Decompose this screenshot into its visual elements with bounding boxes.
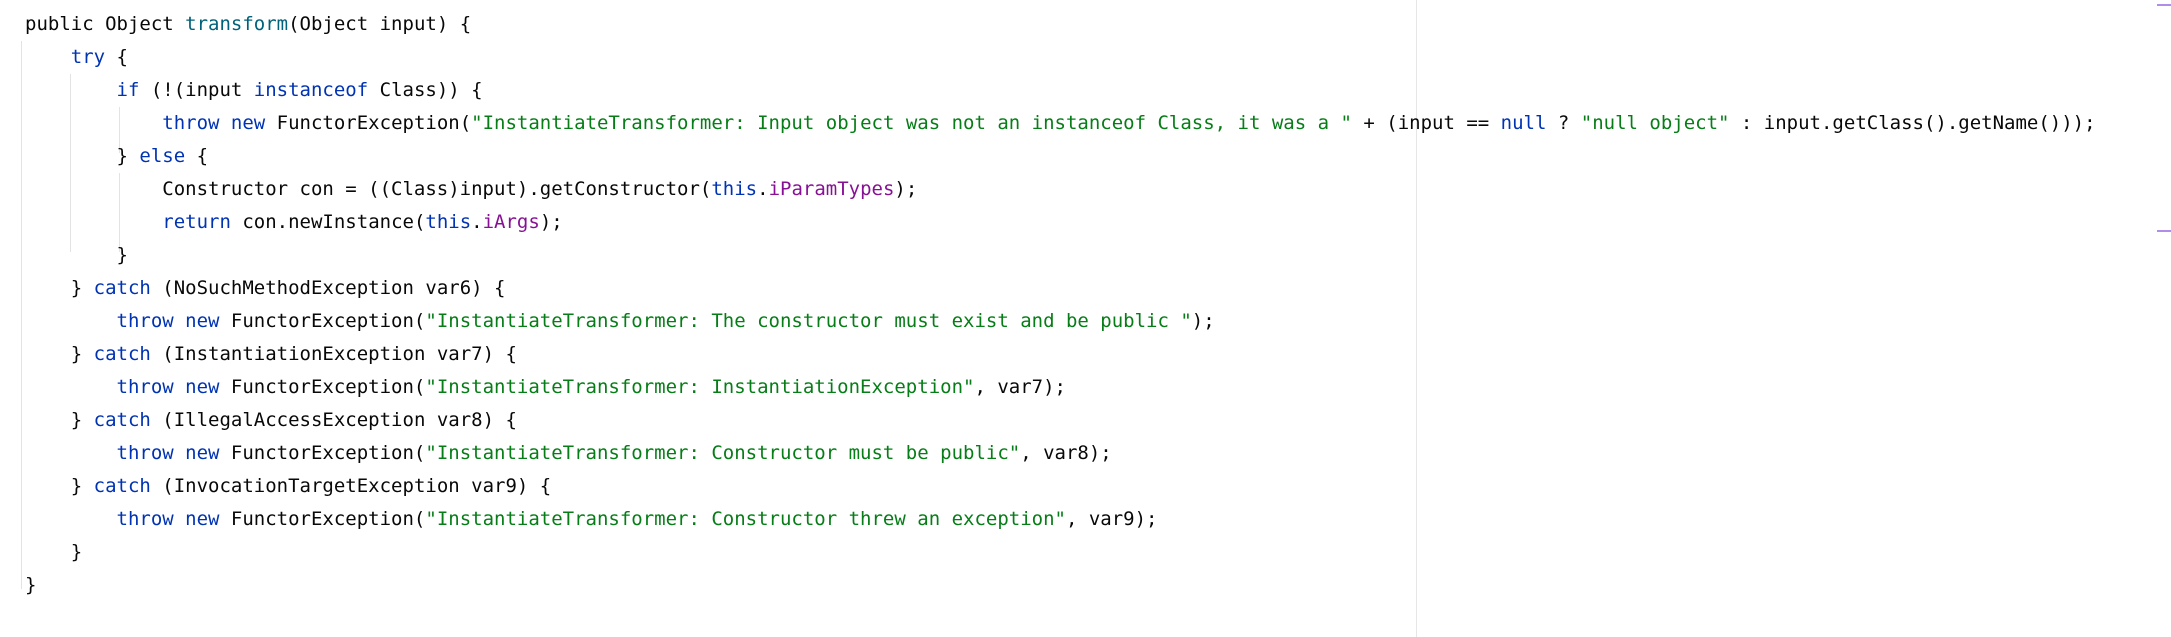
code-line[interactable]: } catch (IllegalAccessException var8) { <box>25 404 2171 437</box>
code-token-plain: . <box>757 178 769 200</box>
code-token-keyword: throw new <box>116 376 220 398</box>
code-token-keyword: catch <box>93 343 151 365</box>
code-token-plain: (IllegalAccessException var8) { <box>150 409 517 431</box>
code-token-plain: } <box>25 475 94 497</box>
code-token-plain: Constructor con = ((Class)input).getCons… <box>25 178 712 200</box>
code-line[interactable]: if (!(input instanceof Class)) { <box>25 74 2171 107</box>
code-token-plain: , var9); <box>1065 508 1158 530</box>
code-line[interactable]: throw new FunctorException("InstantiateT… <box>25 305 2171 338</box>
code-token-keyword: this <box>711 178 758 200</box>
code-token-plain: con.newInstance( <box>230 211 426 233</box>
code-token-plain: Object <box>105 13 186 35</box>
code-token-plain: } <box>25 343 94 365</box>
code-token-plain: { <box>105 46 128 68</box>
code-line[interactable]: } else { <box>25 140 2171 173</box>
code-token-keyword: try <box>70 46 106 68</box>
code-token-method: transform <box>185 13 289 35</box>
code-token-plain: } <box>25 145 140 167</box>
code-token-keyword: instanceof <box>253 79 369 101</box>
code-token-plain: FunctorException( <box>219 310 426 332</box>
code-line[interactable]: throw new FunctorException("InstantiateT… <box>25 503 2171 536</box>
code-token-keyword: null <box>1500 112 1547 134</box>
code-token-plain: : input.getClass().getName())); <box>1729 112 2096 134</box>
code-token-string: "InstantiateTransformer: Input object wa… <box>471 112 1352 134</box>
code-line[interactable]: } <box>25 569 2171 602</box>
code-token-plain: , var7); <box>974 376 1066 398</box>
code-line[interactable]: throw new FunctorException("InstantiateT… <box>25 437 2171 470</box>
code-line[interactable]: } catch (NoSuchMethodException var6) { <box>25 272 2171 305</box>
code-token-plain: (!(input <box>139 79 254 101</box>
code-token-plain: FunctorException( <box>219 376 426 398</box>
code-token-plain: (NoSuchMethodException var6) { <box>150 277 506 299</box>
code-token-plain: } <box>25 244 128 266</box>
code-token-string: "InstantiateTransformer: InstantiationEx… <box>425 376 975 398</box>
code-line[interactable]: throw new FunctorException("InstantiateT… <box>25 371 2171 404</box>
code-line[interactable]: } <box>25 239 2171 272</box>
code-token-keyword: return <box>162 211 231 233</box>
code-token-string: "InstantiateTransformer: Constructor thr… <box>425 508 1066 530</box>
code-token-keyword: catch <box>93 475 151 497</box>
code-line[interactable]: } <box>25 536 2171 569</box>
code-token-plain: ); <box>539 211 563 233</box>
code-token-plain: FunctorException( <box>219 508 426 530</box>
code-line[interactable]: } catch (InstantiationException var7) { <box>25 338 2171 371</box>
code-token-plain: FunctorException( <box>265 112 472 134</box>
code-token-plain: (Object input) { <box>288 13 472 35</box>
code-token-string: "InstantiateTransformer: Constructor mus… <box>425 442 1021 464</box>
code-token-keyword: throw new <box>116 442 220 464</box>
code-line[interactable]: Constructor con = ((Class)input).getCons… <box>25 173 2171 206</box>
code-token-plain: ); <box>1191 310 1215 332</box>
code-token-plain: ); <box>894 178 918 200</box>
code-line[interactable]: throw new FunctorException("InstantiateT… <box>25 107 2171 140</box>
code-line[interactable]: } catch (InvocationTargetException var9)… <box>25 470 2171 503</box>
code-token-plain: (InstantiationException var7) { <box>150 343 517 365</box>
code-token-plain: (InvocationTargetException var9) { <box>150 475 552 497</box>
code-token-plain: } <box>25 409 94 431</box>
code-token-plain: } <box>25 574 37 596</box>
code-token-plain: Class)) { <box>368 79 483 101</box>
code-token-keyword: throw new <box>162 112 266 134</box>
code-token-plain: public <box>25 13 106 35</box>
code-token-plain: . <box>471 211 483 233</box>
code-token-plain: FunctorException( <box>219 442 426 464</box>
code-token-keyword: throw new <box>116 310 220 332</box>
code-token-plain: ? <box>1546 112 1581 134</box>
code-token-field: iArgs <box>482 211 540 233</box>
scroll-marker[interactable] <box>2157 4 2171 6</box>
code-token-keyword: this <box>425 211 472 233</box>
code-token-keyword: throw new <box>116 508 220 530</box>
code-token-plain: } <box>25 541 83 563</box>
code-token-keyword: else <box>139 145 186 167</box>
code-text-area[interactable]: public Object transform(Object input) { … <box>25 8 2171 637</box>
code-token-string: "InstantiateTransformer: The constructor… <box>425 310 1192 332</box>
code-token-keyword: if <box>116 79 140 101</box>
code-token-plain: { <box>185 145 209 167</box>
code-line[interactable]: return con.newInstance(this.iArgs); <box>25 206 2171 239</box>
code-line[interactable]: try { <box>25 41 2171 74</box>
code-token-plain: } <box>25 277 94 299</box>
code-token-keyword: catch <box>93 277 151 299</box>
code-token-keyword: catch <box>93 409 151 431</box>
code-token-field: iParamTypes <box>768 178 895 200</box>
code-token-plain: + (input == <box>1351 112 1501 134</box>
code-editor[interactable]: public Object transform(Object input) { … <box>0 0 2171 637</box>
code-token-plain: , var8); <box>1020 442 1112 464</box>
indent-guide <box>21 41 22 589</box>
code-token-string: "null object" <box>1580 112 1730 134</box>
code-line[interactable]: public Object transform(Object input) { <box>25 8 2171 41</box>
